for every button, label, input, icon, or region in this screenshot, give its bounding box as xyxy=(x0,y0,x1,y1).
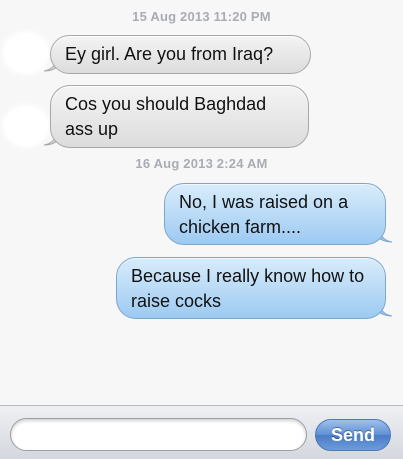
sent-message-bubble[interactable]: Because I really know how to raise cocks xyxy=(116,257,386,319)
timestamp: 16 Aug 2013 2:24 AM xyxy=(135,156,268,171)
message-thread[interactable]: 15 Aug 2013 11:20 PM Ey girl. Are you fr… xyxy=(0,0,403,405)
message-input[interactable] xyxy=(10,418,307,451)
sent-message-bubble[interactable]: No, I was raised on a chicken farm.... xyxy=(164,183,386,245)
received-message-bubble[interactable]: Cos you should Baghdad ass up xyxy=(50,85,309,148)
received-message-bubble[interactable]: Ey girl. Are you from Iraq? xyxy=(50,35,311,74)
timestamp: 15 Aug 2013 11:20 PM xyxy=(132,9,271,24)
message-composer: Send xyxy=(0,405,403,459)
send-button[interactable]: Send xyxy=(315,419,391,451)
avatar xyxy=(4,33,48,73)
messages-screen: 15 Aug 2013 11:20 PM Ey girl. Are you fr… xyxy=(0,0,403,459)
avatar xyxy=(4,106,48,146)
